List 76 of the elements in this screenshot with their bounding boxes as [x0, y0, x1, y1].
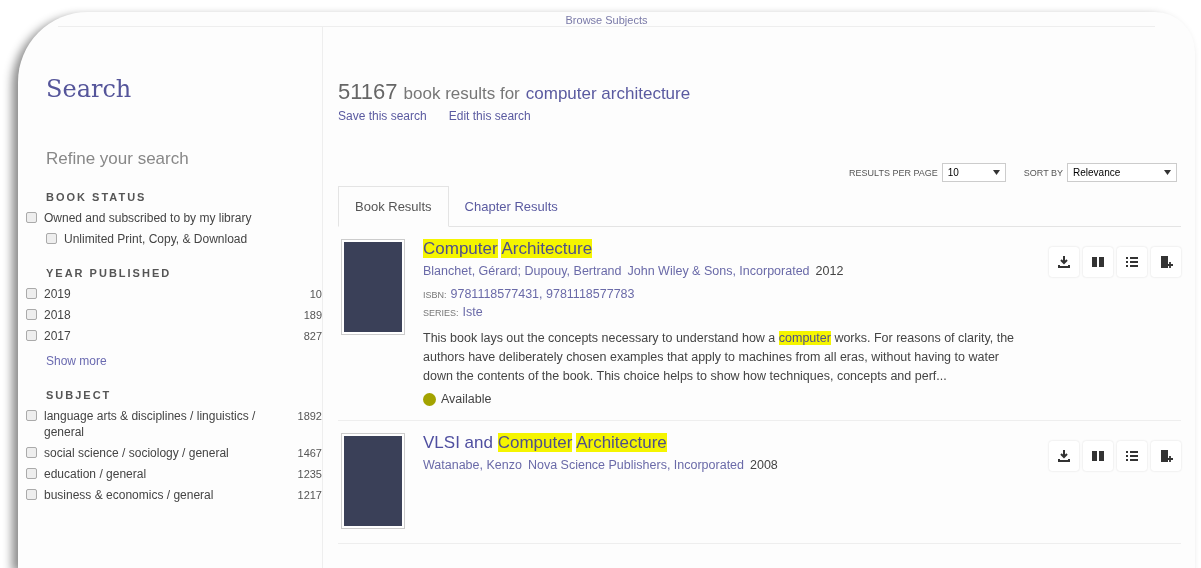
- publication-year: 2008: [750, 458, 778, 472]
- checkbox[interactable]: [26, 447, 37, 458]
- list-icon: [1124, 448, 1140, 464]
- checkbox[interactable]: [26, 330, 37, 341]
- publication-year: 2012: [815, 264, 844, 278]
- series-label: SERIES:: [423, 308, 459, 318]
- filter-label[interactable]: 2018: [44, 307, 279, 323]
- filter-count: 1217: [296, 488, 322, 503]
- result-count: 51167: [338, 79, 398, 105]
- status-label: Available: [441, 392, 492, 406]
- download-button[interactable]: [1049, 247, 1079, 277]
- results-tab[interactable]: Chapter Results: [448, 186, 574, 226]
- filter-label[interactable]: social science / sociology / general: [44, 445, 279, 461]
- add-to-list-icon: [1158, 254, 1174, 270]
- results-per-page-dropdown[interactable]: 10: [941, 163, 1006, 182]
- list-icon: [1124, 254, 1140, 270]
- show-more-link[interactable]: Show more: [46, 354, 107, 368]
- checkbox[interactable]: [26, 309, 37, 320]
- isbn-label: ISBN:: [423, 290, 447, 300]
- filter-count: 189: [302, 308, 322, 323]
- book-button[interactable]: [1083, 441, 1113, 471]
- filter-count: 1235: [296, 467, 322, 482]
- book-icon: [1090, 254, 1106, 270]
- series-link[interactable]: Iste: [462, 305, 483, 319]
- download-button[interactable]: [1049, 441, 1079, 471]
- filter-label[interactable]: business & economics / general: [44, 487, 279, 503]
- browse-subjects-link[interactable]: Browse Subjects: [565, 14, 648, 26]
- download-icon: [1056, 254, 1072, 270]
- section-heading: SUBJECT: [46, 389, 112, 401]
- filter-label[interactable]: Unlimited Print, Copy, & Download: [64, 231, 322, 247]
- search-link[interactable]: Save this search: [338, 109, 427, 123]
- book-description: This book lays out the concepts necessary to understand how a computer works. For reasons of clarity, the authors have deliberately chosen examples that apply to machines from all eras, without having to water down the contents of the book. This choice helps to show how techniques, concepts and perf...: [423, 330, 1016, 385]
- refine-heading: Refine your search: [46, 149, 189, 169]
- search-link[interactable]: Edit this search: [448, 109, 531, 123]
- author-link[interactable]: Blanchet, Gérard; Dupouy, Bertrand: [423, 264, 622, 278]
- book-button[interactable]: [1083, 247, 1113, 277]
- checkbox[interactable]: [26, 288, 37, 299]
- section-heading: YEAR PUBLISHED: [46, 267, 172, 279]
- book-cover[interactable]: [341, 433, 405, 529]
- author-link[interactable]: Watanabe, Kenzo: [423, 458, 522, 472]
- add-to-list-icon: [1158, 448, 1174, 464]
- checkbox[interactable]: [26, 212, 37, 223]
- book-cover[interactable]: [341, 239, 405, 335]
- results-summary: book results for: [403, 84, 520, 104]
- checkbox[interactable]: [26, 410, 37, 421]
- filter-count: 10: [308, 287, 322, 302]
- section-heading: BOOK STATUS: [46, 191, 147, 203]
- book-icon: [1090, 448, 1106, 464]
- filter-label[interactable]: language arts & disciplines / linguistics / general: [44, 408, 279, 440]
- search-query: computer architecture: [525, 84, 691, 104]
- list-button[interactable]: [1117, 441, 1147, 471]
- caret-icon: [992, 170, 1000, 175]
- list-button[interactable]: [1117, 247, 1147, 277]
- sort-by-dropdown[interactable]: Relevance: [1067, 163, 1177, 182]
- filter-label[interactable]: Owned and subscribed to by my library: [44, 210, 322, 226]
- sort-by-label: SORT BY: [1023, 167, 1063, 178]
- filter-count: 1467: [296, 446, 322, 461]
- checkbox[interactable]: [26, 468, 37, 479]
- filter-label[interactable]: education / general: [44, 466, 279, 482]
- results-tab[interactable]: Book Results: [338, 186, 449, 227]
- download-icon: [1056, 448, 1072, 464]
- results-per-page-label: RESULTS PER PAGE: [849, 167, 938, 178]
- filter-count: 1892: [296, 409, 322, 424]
- book-title-link[interactable]: VLSI and Computer Architecture: [423, 433, 667, 453]
- isbn-value: 9781118577431, 9781118577783: [450, 287, 635, 301]
- checkbox[interactable]: [26, 489, 37, 500]
- filter-label[interactable]: 2019: [44, 286, 279, 302]
- checkbox[interactable]: [46, 233, 57, 244]
- filter-count: 827: [302, 329, 322, 344]
- filter-label[interactable]: 2017: [44, 328, 279, 344]
- search-heading: Search: [46, 75, 132, 103]
- add-to-list-button[interactable]: [1151, 441, 1181, 471]
- publisher-link[interactable]: John Wiley & Sons, Incorporated: [627, 264, 810, 278]
- caret-icon: [1164, 170, 1171, 175]
- add-to-list-button[interactable]: [1151, 247, 1181, 277]
- publisher-link[interactable]: Nova Science Publishers, Incorporated: [527, 458, 744, 472]
